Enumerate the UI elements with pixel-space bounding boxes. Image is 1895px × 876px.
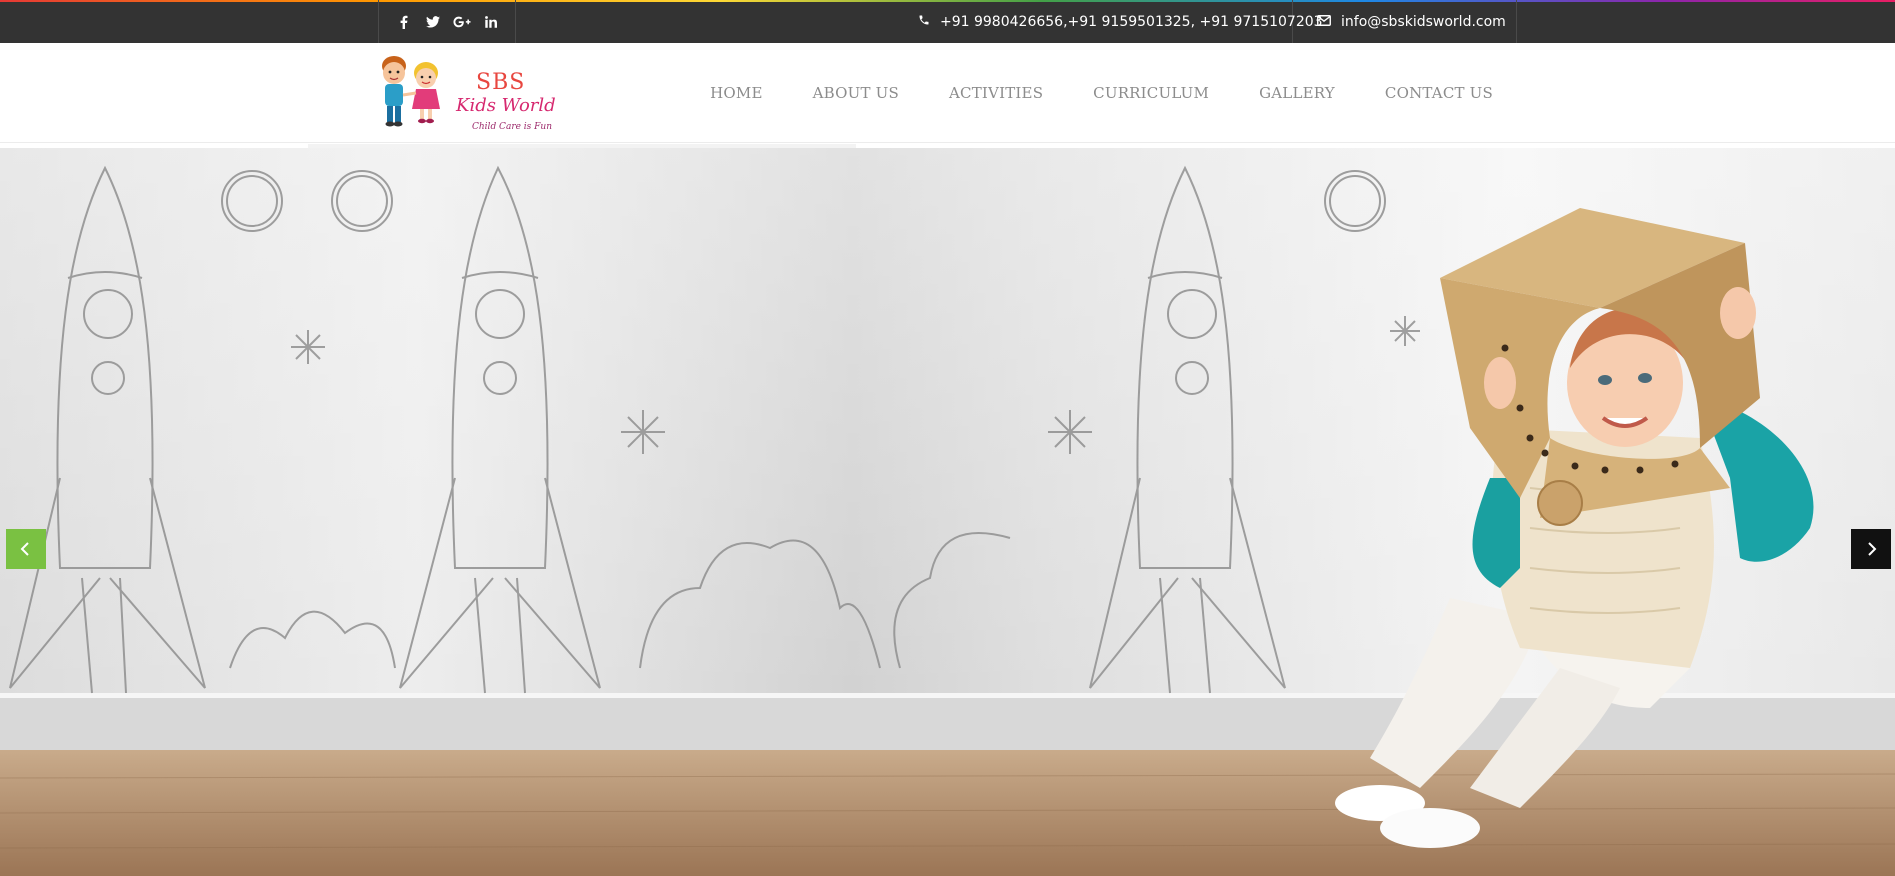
social-links bbox=[378, 0, 516, 43]
phone-icon bbox=[918, 13, 930, 31]
hero-slide-image bbox=[0, 148, 1895, 876]
phone-numbers[interactable]: +91 9980426656,+91 9159501325, +91 97151… bbox=[940, 14, 1323, 30]
twitter-icon[interactable] bbox=[419, 0, 447, 43]
hero-slider bbox=[0, 148, 1895, 876]
nav-activities[interactable]: ACTIVITIES bbox=[949, 84, 1043, 102]
nav-gallery[interactable]: GALLERY bbox=[1259, 84, 1335, 102]
google-plus-icon[interactable] bbox=[448, 0, 476, 43]
slider-next-button[interactable] bbox=[1851, 529, 1891, 569]
site-header: SBS Kids World Child Care is Fun HOME AB… bbox=[0, 43, 1895, 143]
logo-tagline: Child Care is Fun bbox=[472, 122, 552, 132]
nav-about-us[interactable]: ABOUT US bbox=[813, 84, 899, 102]
nav-contact-us[interactable]: CONTACT US bbox=[1385, 84, 1493, 102]
envelope-icon bbox=[1317, 13, 1331, 31]
linkedin-icon[interactable] bbox=[477, 0, 505, 43]
logo-title: SBS bbox=[476, 70, 526, 95]
logo-subtitle: Kids World bbox=[456, 95, 556, 116]
facebook-icon[interactable] bbox=[390, 0, 418, 43]
contact-email: info@sbskidsworld.com bbox=[1293, 0, 1517, 43]
nav-home[interactable]: HOME bbox=[710, 84, 763, 102]
chevron-left-icon bbox=[20, 542, 29, 556]
chevron-right-icon bbox=[1868, 542, 1877, 556]
top-bar: +91 9980426656,+91 9159501325, +91 97151… bbox=[0, 0, 1895, 43]
kids-cartoon-logo-image bbox=[382, 56, 440, 127]
slider-prev-button[interactable] bbox=[6, 529, 46, 569]
nav-curriculum[interactable]: CURRICULUM bbox=[1093, 84, 1209, 102]
contact-phone: +91 9980426656,+91 9159501325, +91 97151… bbox=[906, 0, 1323, 43]
main-nav: HOME ABOUT US ACTIVITIES CURRICULUM GALL… bbox=[660, 43, 1493, 143]
email-address[interactable]: info@sbskidsworld.com bbox=[1341, 14, 1506, 30]
site-logo[interactable]: SBS Kids World Child Care is Fun bbox=[376, 53, 560, 133]
